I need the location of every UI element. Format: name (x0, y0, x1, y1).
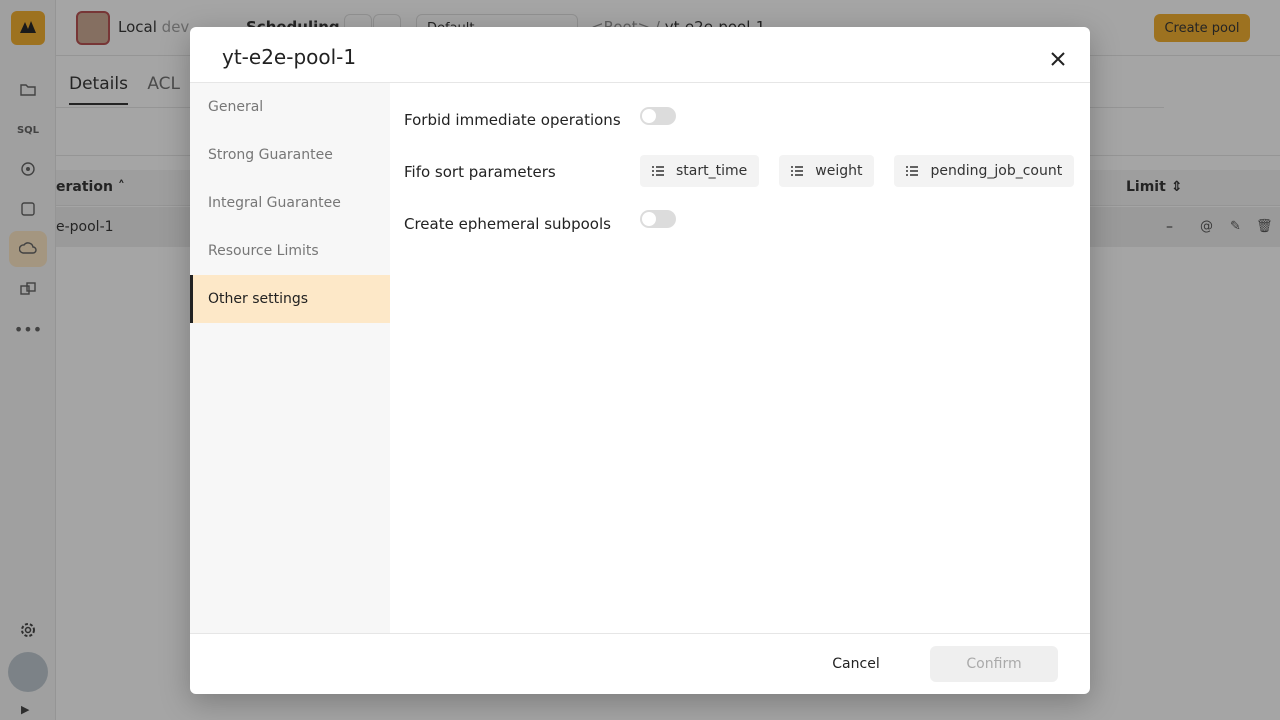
fifo-sort-list: start_time weight pending_job_count (640, 155, 1075, 187)
dialog-content: Forbid immediate operations Fifo sort pa… (390, 83, 1090, 633)
section-resource-limits[interactable]: Resource Limits (190, 227, 390, 275)
dialog-footer: Cancel Confirm (190, 633, 1090, 694)
fifo-param-label: weight (815, 163, 863, 179)
section-integral-guarantee[interactable]: Integral Guarantee (190, 179, 390, 227)
fifo-sort-label: Fifo sort parameters (404, 163, 556, 181)
close-button[interactable] (1044, 47, 1072, 71)
fifo-param-pending-job-count[interactable]: pending_job_count (894, 155, 1075, 187)
dialog-title: yt-e2e-pool-1 (222, 45, 357, 69)
ephemeral-subpools-row: Create ephemeral subpools (404, 205, 1084, 245)
list-icon (791, 166, 804, 176)
edit-pool-dialog: yt-e2e-pool-1 General Strong Guarantee I… (190, 27, 1090, 694)
cancel-button[interactable]: Cancel (816, 646, 896, 682)
fifo-param-label: pending_job_count (930, 163, 1063, 179)
ephemeral-subpools-toggle[interactable] (640, 210, 676, 228)
dialog-sections-nav: General Strong Guarantee Integral Guaran… (190, 83, 390, 633)
forbid-immediate-row: Forbid immediate operations (404, 101, 1084, 141)
dialog-header: yt-e2e-pool-1 (190, 27, 1090, 83)
section-strong-guarantee[interactable]: Strong Guarantee (190, 131, 390, 179)
close-icon (1051, 52, 1065, 66)
ephemeral-subpools-label: Create ephemeral subpools (404, 215, 611, 233)
forbid-immediate-label: Forbid immediate operations (404, 111, 621, 129)
forbid-immediate-toggle[interactable] (640, 107, 676, 125)
fifo-sort-row: Fifo sort parameters start_time weight p… (404, 153, 1084, 193)
fifo-param-start-time[interactable]: start_time (640, 155, 760, 187)
section-general[interactable]: General (190, 83, 390, 131)
list-icon (652, 166, 664, 176)
fifo-param-label: start_time (676, 163, 748, 179)
confirm-button[interactable]: Confirm (930, 646, 1058, 682)
fifo-param-weight[interactable]: weight (779, 155, 875, 187)
list-icon (906, 166, 919, 176)
section-other-settings[interactable]: Other settings (190, 275, 390, 323)
